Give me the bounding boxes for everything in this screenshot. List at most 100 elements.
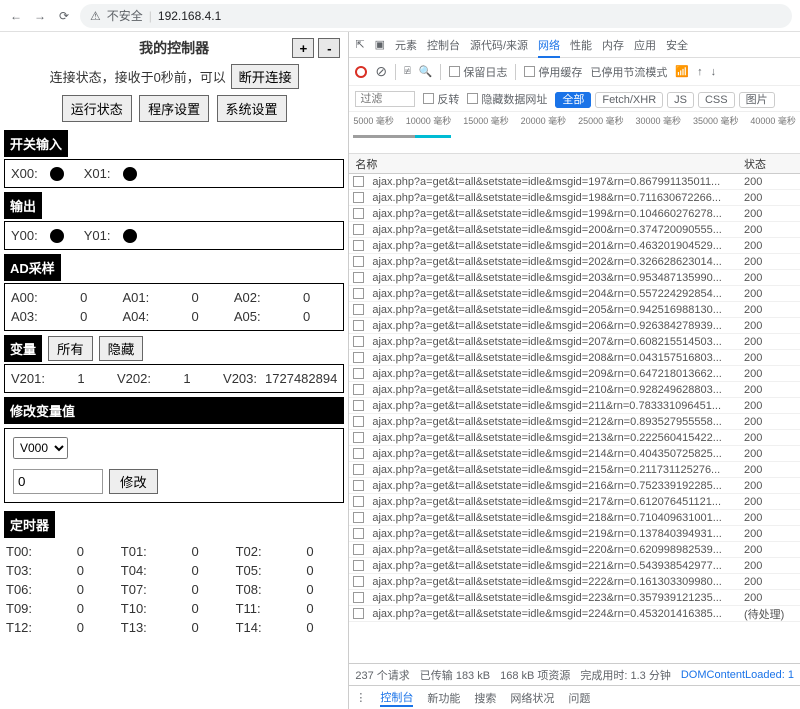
row-checkbox[interactable] [353,336,364,347]
row-checkbox[interactable] [353,192,364,203]
row-checkbox[interactable] [353,240,364,251]
row-checkbox[interactable] [353,368,364,379]
row-checkbox[interactable] [353,432,364,443]
drawer-tab[interactable]: 问题 [568,690,590,706]
row-checkbox[interactable] [353,288,364,299]
row-checkbox[interactable] [353,416,364,427]
devtools-tab[interactable]: 内存 [602,40,624,52]
row-checkbox[interactable] [353,512,364,523]
plus-button[interactable]: + [292,38,314,58]
filter-icon[interactable]: ⍯ [404,65,411,78]
clear-icon[interactable]: ⊘ [375,63,387,80]
minus-button[interactable]: - [318,38,340,58]
preserve-log-checkbox[interactable] [449,66,460,77]
devtools-tab[interactable]: 源代码/来源 [470,40,528,52]
devtools-tab[interactable]: 安全 [666,40,688,52]
network-row[interactable]: ajax.php?a=get&t=all&setstate=idle&msgid… [349,558,800,574]
devtools-tab[interactable]: 控制台 [427,40,460,52]
modify-select[interactable]: V000 [13,437,68,459]
invert-checkbox[interactable] [423,93,434,104]
network-row[interactable]: ajax.php?a=get&t=all&setstate=idle&msgid… [349,606,800,622]
modify-input[interactable] [13,469,103,494]
network-row[interactable]: ajax.php?a=get&t=all&setstate=idle&msgid… [349,334,800,350]
row-checkbox[interactable] [353,480,364,491]
row-checkbox[interactable] [353,496,364,507]
network-row[interactable]: ajax.php?a=get&t=all&setstate=idle&msgid… [349,446,800,462]
row-checkbox[interactable] [353,304,364,315]
network-row[interactable]: ajax.php?a=get&t=all&setstate=idle&msgid… [349,574,800,590]
network-row[interactable]: ajax.php?a=get&t=all&setstate=idle&msgid… [349,222,800,238]
row-checkbox[interactable] [353,528,364,539]
network-row[interactable]: ajax.php?a=get&t=all&setstate=idle&msgid… [349,286,800,302]
network-row[interactable]: ajax.php?a=get&t=all&setstate=idle&msgid… [349,190,800,206]
devtools-tab[interactable]: 性能 [570,40,592,52]
network-row[interactable]: ajax.php?a=get&t=all&setstate=idle&msgid… [349,270,800,286]
network-row[interactable]: ajax.php?a=get&t=all&setstate=idle&msgid… [349,526,800,542]
filter-type-pill[interactable]: 图片 [739,92,775,108]
modify-button[interactable]: 修改 [109,469,158,494]
row-checkbox[interactable] [353,576,364,587]
network-row[interactable]: ajax.php?a=get&t=all&setstate=idle&msgid… [349,462,800,478]
row-checkbox[interactable] [353,224,364,235]
network-row[interactable]: ajax.php?a=get&t=all&setstate=idle&msgid… [349,414,800,430]
network-row[interactable]: ajax.php?a=get&t=all&setstate=idle&msgid… [349,254,800,270]
reload-icon[interactable]: ⟳ [56,8,72,24]
row-checkbox[interactable] [353,176,364,187]
devtools-timeline[interactable]: 5000 毫秒10000 毫秒15000 毫秒20000 毫秒25000 毫秒3… [349,112,800,154]
disconnect-button[interactable]: 断开连接 [231,64,298,89]
network-row[interactable]: ajax.php?a=get&t=all&setstate=idle&msgid… [349,430,800,446]
col-status[interactable]: 状态 [744,156,800,172]
network-row[interactable]: ajax.php?a=get&t=all&setstate=idle&msgid… [349,174,800,190]
row-checkbox[interactable] [353,272,364,283]
network-row[interactable]: ajax.php?a=get&t=all&setstate=idle&msgid… [349,206,800,222]
upload-icon[interactable]: ↑ [697,66,703,78]
row-checkbox[interactable] [353,592,364,603]
drawer-tab[interactable]: 控制台 [380,689,413,707]
filter-input[interactable] [355,91,415,107]
network-row[interactable]: ajax.php?a=get&t=all&setstate=idle&msgid… [349,302,800,318]
filter-type-pill[interactable]: Fetch/XHR [595,92,663,108]
devtools-tab[interactable]: 应用 [634,40,656,52]
col-name[interactable]: 名称 [349,156,744,172]
device-icon[interactable]: ▣ [375,38,385,51]
filter-type-pill[interactable]: JS [667,92,694,108]
record-icon[interactable] [355,66,367,78]
network-row[interactable]: ajax.php?a=get&t=all&setstate=idle&msgid… [349,542,800,558]
forward-icon[interactable]: → [32,8,48,24]
drawer-tab[interactable]: 新功能 [427,690,460,706]
program-settings-button[interactable]: 程序设置 [139,95,209,122]
search-icon[interactable]: 🔍 [419,65,433,78]
back-icon[interactable]: ← [8,8,24,24]
devtools-tab[interactable]: 元素 [395,40,417,52]
network-row[interactable]: ajax.php?a=get&t=all&setstate=idle&msgid… [349,318,800,334]
network-row[interactable]: ajax.php?a=get&t=all&setstate=idle&msgid… [349,238,800,254]
drawer-menu-icon[interactable]: ⋮ [355,691,366,704]
row-checkbox[interactable] [353,448,364,459]
filter-type-pill[interactable]: 全部 [555,92,591,108]
network-row[interactable]: ajax.php?a=get&t=all&setstate=idle&msgid… [349,494,800,510]
row-checkbox[interactable] [353,400,364,411]
address-bar[interactable]: ⚠ 不安全 | 192.168.4.1 [80,4,792,28]
download-icon[interactable]: ↓ [711,66,717,78]
row-checkbox[interactable] [353,464,364,475]
row-checkbox[interactable] [353,352,364,363]
inspect-icon[interactable]: ⇱ [355,38,364,51]
system-settings-button[interactable]: 系统设置 [217,95,287,122]
devtools-tab[interactable]: 网络 [538,40,560,58]
vars-hide-button[interactable]: 隐藏 [99,336,144,361]
vars-all-button[interactable]: 所有 [48,336,93,361]
drawer-tab[interactable]: 搜索 [474,690,496,706]
row-checkbox[interactable] [353,208,364,219]
run-status-button[interactable]: 运行状态 [62,95,132,122]
drawer-tab[interactable]: 网络状况 [510,690,554,706]
network-row[interactable]: ajax.php?a=get&t=all&setstate=idle&msgid… [349,350,800,366]
row-checkbox[interactable] [353,560,364,571]
row-checkbox[interactable] [353,544,364,555]
network-row[interactable]: ajax.php?a=get&t=all&setstate=idle&msgid… [349,366,800,382]
disable-cache-checkbox[interactable] [524,66,535,77]
row-checkbox[interactable] [353,320,364,331]
network-row[interactable]: ajax.php?a=get&t=all&setstate=idle&msgid… [349,478,800,494]
hide-data-checkbox[interactable] [467,93,478,104]
wifi-icon[interactable]: 📶 [675,65,689,78]
network-row[interactable]: ajax.php?a=get&t=all&setstate=idle&msgid… [349,510,800,526]
